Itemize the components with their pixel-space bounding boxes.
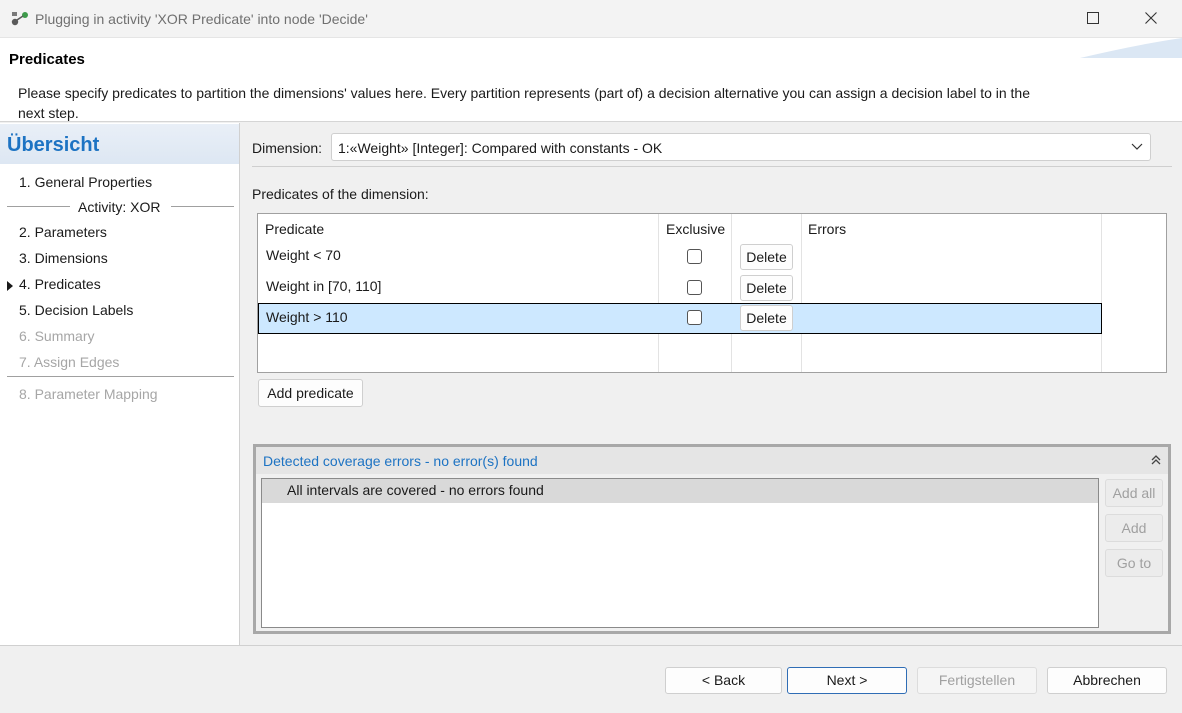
page-title: Predicates — [9, 51, 85, 68]
table-row[interactable]: Weight < 70 Delete — [258, 242, 1102, 272]
cancel-button[interactable]: Abbrechen — [1047, 667, 1167, 694]
sidebar-item-predicates[interactable]: 4. Predicates — [19, 276, 101, 292]
plugin-node-icon — [10, 9, 30, 27]
sidebar-item-summary[interactable]: 6. Summary — [19, 328, 94, 344]
predicate-cell[interactable]: Weight in [70, 110] — [266, 278, 381, 294]
delete-button[interactable]: Delete — [740, 244, 793, 270]
dimension-select[interactable]: 1:«Weight» [Integer]: Compared with cons… — [331, 133, 1151, 161]
predicates-table: Predicate Exclusive Errors Weight < 70 D… — [257, 213, 1167, 373]
dimension-label: Dimension: — [252, 140, 323, 156]
delete-button[interactable]: Delete — [740, 275, 793, 301]
list-item[interactable]: All intervals are covered - no errors fo… — [262, 479, 1098, 503]
divider — [252, 166, 1172, 167]
footer-divider — [0, 645, 1182, 646]
list-item-text: All intervals are covered - no errors fo… — [287, 482, 544, 498]
table-row[interactable]: Weight in [70, 110] Delete — [258, 273, 1102, 303]
predicate-cell[interactable]: Weight < 70 — [266, 247, 341, 263]
coverage-section-header[interactable]: Detected coverage errors - no error(s) f… — [256, 447, 1168, 474]
back-button[interactable]: < Back — [665, 667, 782, 694]
predicates-section-label: Predicates of the dimension: — [252, 186, 429, 202]
chevron-down-icon — [1130, 139, 1144, 153]
column-header-errors[interactable]: Errors — [808, 221, 846, 237]
coverage-section-title: Detected coverage errors - no error(s) f… — [263, 453, 538, 469]
go-to-button[interactable]: Go to — [1105, 549, 1163, 577]
wizard-banner: Predicates Please specify predicates to … — [0, 38, 1182, 122]
close-button[interactable] — [1128, 0, 1174, 38]
sidebar: Übersicht 1. General Properties Activity… — [0, 123, 240, 645]
group-separator-right — [171, 206, 234, 207]
close-icon — [1145, 11, 1157, 27]
add-button[interactable]: Add — [1105, 514, 1163, 542]
current-step-arrow-icon — [7, 278, 13, 294]
dimension-select-value: 1:«Weight» [Integer]: Compared with cons… — [338, 140, 663, 156]
add-all-button[interactable]: Add all — [1105, 479, 1163, 507]
collapse-icon[interactable] — [1149, 453, 1163, 467]
sidebar-item-parameter-mapping[interactable]: 8. Parameter Mapping — [19, 386, 158, 402]
sidebar-title: Übersicht — [7, 134, 100, 156]
page-description: Please specify predicates to partition t… — [18, 85, 1031, 121]
sidebar-item-assign-edges[interactable]: 7. Assign Edges — [19, 354, 119, 370]
exclusive-checkbox[interactable] — [687, 249, 702, 264]
coverage-section: Detected coverage errors - no error(s) f… — [253, 444, 1171, 634]
group-label: Activity: XOR — [78, 199, 161, 215]
sidebar-header: Übersicht — [0, 124, 239, 164]
maximize-button[interactable] — [1070, 0, 1116, 38]
banner-decoration — [1080, 38, 1182, 58]
add-predicate-button[interactable]: Add predicate — [258, 379, 363, 407]
exclusive-checkbox[interactable] — [687, 280, 702, 295]
sidebar-item-parameters[interactable]: 2. Parameters — [19, 224, 107, 240]
delete-button[interactable]: Delete — [740, 305, 793, 331]
window-title: Plugging in activity 'XOR Predicate' int… — [35, 11, 368, 27]
sidebar-item-general-properties[interactable]: 1. General Properties — [19, 174, 152, 190]
title-bar: Plugging in activity 'XOR Predicate' int… — [0, 0, 1182, 38]
column-header-exclusive[interactable]: Exclusive — [666, 221, 725, 237]
sidebar-divider — [7, 376, 234, 377]
table-row-selected[interactable]: Weight > 110 Delete — [258, 303, 1102, 334]
exclusive-checkbox[interactable] — [687, 310, 702, 325]
next-button[interactable]: Next > — [787, 667, 907, 694]
sidebar-item-dimensions[interactable]: 3. Dimensions — [19, 250, 108, 266]
coverage-error-list[interactable]: All intervals are covered - no errors fo… — [261, 478, 1099, 628]
finish-button[interactable]: Fertigstellen — [917, 667, 1037, 694]
column-header-predicate[interactable]: Predicate — [265, 221, 324, 237]
group-separator-left — [7, 206, 70, 207]
predicate-cell[interactable]: Weight > 110 — [266, 309, 348, 325]
maximize-icon — [1087, 11, 1099, 27]
sidebar-item-decision-labels[interactable]: 5. Decision Labels — [19, 302, 133, 318]
